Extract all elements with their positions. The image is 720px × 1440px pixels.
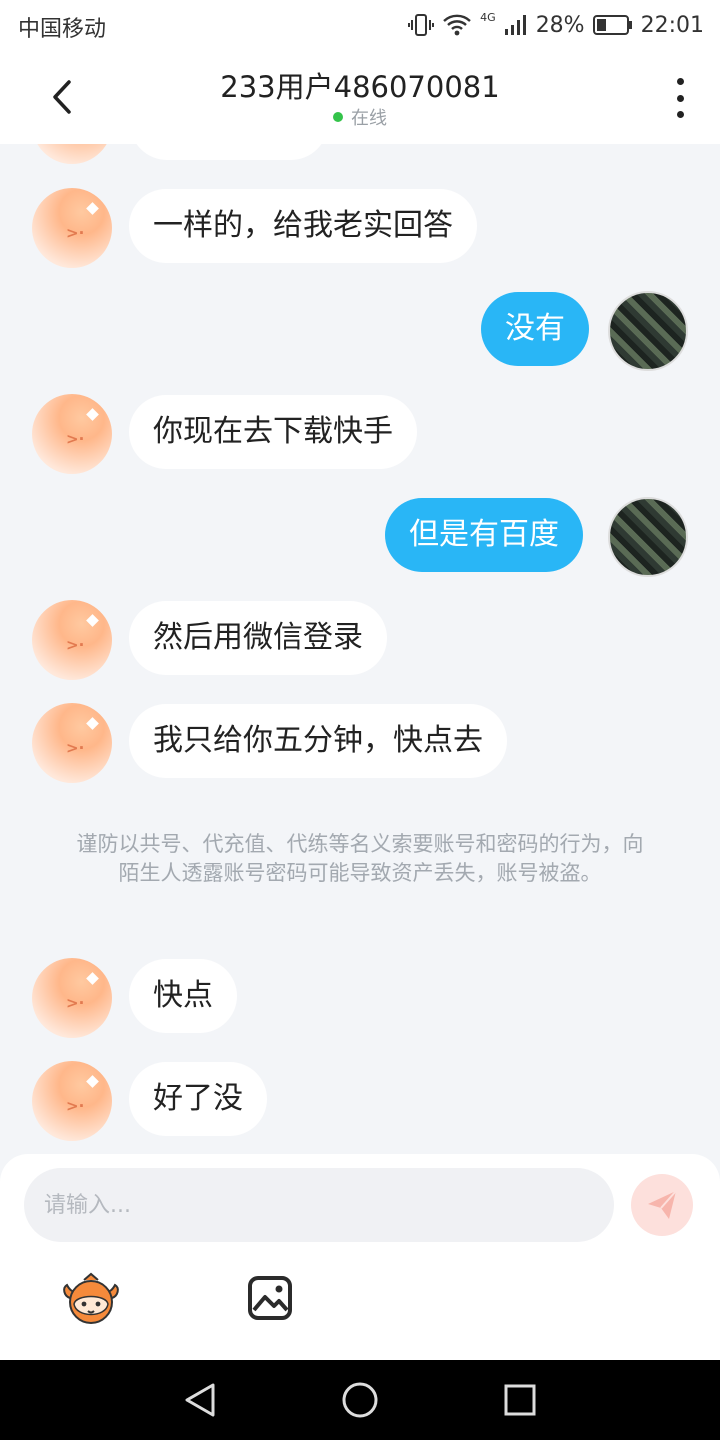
image-button[interactable]: [246, 1274, 294, 1322]
nav-recents-button[interactable]: [500, 1380, 540, 1420]
network-type: 4G: [480, 11, 496, 24]
my-avatar[interactable]: [608, 291, 688, 371]
message-bubble-incoming[interactable]: 你现在去下载快手: [129, 395, 417, 469]
mascot-sticker-button[interactable]: [60, 1272, 122, 1328]
send-button[interactable]: [631, 1174, 693, 1236]
status-icons: 4G 28% 22:01: [408, 9, 704, 41]
clock: 22:01: [640, 12, 704, 38]
my-avatar[interactable]: [608, 497, 688, 577]
contact-avatar[interactable]: [32, 144, 112, 164]
battery-percent: 28%: [535, 12, 585, 38]
composer-panel: [0, 1154, 720, 1360]
signal-icon: [504, 15, 526, 35]
triangle-back-icon: [185, 1383, 215, 1417]
message-bubble-partial: [130, 144, 328, 160]
message-bubble-incoming[interactable]: 然后用微信登录: [129, 601, 387, 675]
paper-plane-icon: [648, 1190, 677, 1219]
nav-back-button[interactable]: [180, 1380, 220, 1420]
message-bubble-outgoing[interactable]: 没有: [481, 292, 589, 366]
system-nav-bar: [0, 1360, 720, 1440]
online-status: 在线: [0, 104, 720, 130]
contact-avatar[interactable]: >·: [32, 703, 112, 783]
contact-avatar[interactable]: >·: [32, 958, 112, 1038]
chat-title: 233用户486070081: [220, 70, 500, 104]
nav-home-button[interactable]: [340, 1380, 380, 1420]
message-bubble-incoming[interactable]: 快点: [129, 959, 237, 1033]
chat-header: 233用户486070081 在线: [0, 50, 720, 144]
wifi-icon: [443, 14, 471, 36]
message-input[interactable]: [24, 1168, 614, 1242]
online-status-label: 在线: [351, 108, 387, 129]
battery-icon: [592, 15, 632, 35]
online-dot: [333, 112, 343, 122]
square-recents-icon: [504, 1384, 536, 1416]
message-bubble-incoming[interactable]: 好了没: [129, 1062, 267, 1136]
message-list[interactable]: >· 一样的，给我老实回答 没有 >· 你现在去下载快手 但是有百度 >· 然后…: [0, 144, 720, 1154]
security-notice: 谨防以共号、代充值、代练等名义索要账号和密码的行为，向陌生人透露账号密码可能导致…: [76, 832, 644, 885]
message-bubble-incoming[interactable]: 一样的，给我老实回答: [129, 189, 477, 263]
message-bubble-incoming[interactable]: 我只给你五分钟，快点去: [129, 704, 507, 778]
more-vertical-icon: [676, 78, 684, 85]
more-button[interactable]: [670, 78, 690, 118]
contact-avatar[interactable]: >·: [32, 1061, 112, 1141]
vibrate-icon: [408, 14, 435, 36]
status-bar: 中国移动 4G 28% 22:01: [0, 0, 720, 50]
mascot-sticker-icon: [63, 1272, 119, 1324]
contact-avatar[interactable]: >·: [32, 188, 112, 268]
image-icon: [248, 1276, 292, 1320]
contact-avatar[interactable]: >·: [32, 600, 112, 680]
circle-home-icon: [342, 1382, 378, 1418]
contact-avatar[interactable]: >·: [32, 394, 112, 474]
carrier-label: 中国移动: [18, 17, 107, 42]
message-bubble-outgoing[interactable]: 但是有百度: [385, 498, 583, 572]
